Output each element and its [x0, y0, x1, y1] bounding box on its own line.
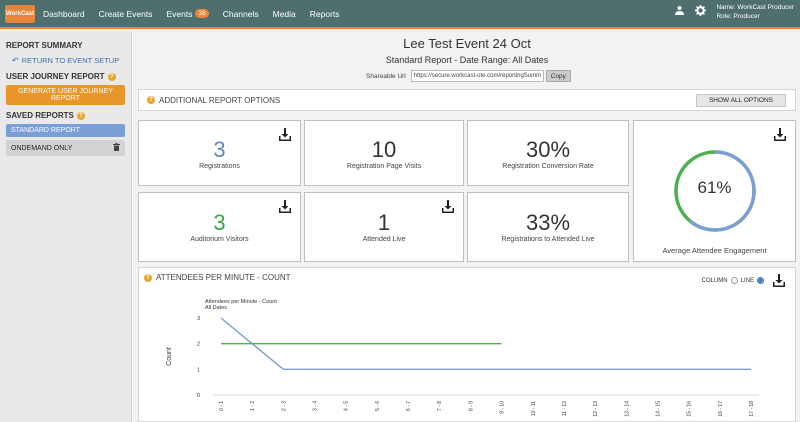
attendees-line-chart: Attendees per Minute - CountAll DatesCou…	[166, 299, 759, 417]
main-nav: Dashboard Create Events Events 38 Channe…	[43, 9, 354, 19]
engagement-label: Average Attendee Engagement	[662, 246, 767, 255]
auditorium-visitors-value: 3	[213, 210, 226, 235]
user-role: Role: Producer	[716, 13, 760, 20]
registrations-label: Registrations	[199, 163, 240, 170]
shareable-url-row: Shareable Url https://secure.workcast-ot…	[366, 70, 571, 82]
download-icon[interactable]	[279, 128, 291, 141]
help-icon[interactable]: ?	[76, 111, 85, 120]
engagement-card: 61% Average Attendee Engagement	[633, 120, 796, 262]
y-axis-label: Count	[166, 347, 173, 366]
top-right-area: Name: WorkCast Producer Role: Producer	[674, 3, 794, 21]
x-tick-label: 8 - 9	[468, 401, 474, 411]
conversion-rate-value: 30%	[525, 137, 571, 162]
shareable-url-input[interactable]: https://secure.workcast-ote.com/reportin…	[410, 70, 544, 82]
x-tick-label: 7 - 8	[437, 401, 443, 411]
help-icon[interactable]: ?	[107, 72, 116, 81]
additional-report-options-bar[interactable]: ? ADDITIONAL REPORT OPTIONS SHOW ALL OPT…	[138, 89, 796, 111]
x-tick-label: 1 - 2	[250, 401, 256, 411]
nav-channels[interactable]: Channels	[223, 9, 259, 19]
x-tick-label: 6 - 7	[406, 401, 412, 411]
x-tick-label: 3 - 4	[313, 401, 319, 411]
download-icon[interactable]	[774, 128, 786, 141]
registrations-card: 3 Registrations	[138, 120, 301, 186]
user-journey-heading: USER JOURNEY REPORT ?	[0, 72, 131, 81]
registrations-to-attended-label: Registrations to Attended Live	[501, 236, 595, 243]
registrations-to-attended-value: 33%	[525, 210, 571, 235]
generate-user-journey-button[interactable]: GENERATE USER JOURNEY REPORT	[6, 85, 125, 105]
registrations-value: 3	[213, 137, 226, 162]
saved-reports-label: SAVED REPORTS	[6, 111, 74, 120]
registrations-to-attended-card: 33% Registrations to Attended Live	[467, 192, 629, 262]
ondemand-only-report[interactable]: ONDEMAND ONLY	[6, 140, 125, 156]
nav-reports[interactable]: Reports	[310, 9, 340, 19]
nav-events[interactable]: Events 38	[166, 8, 209, 19]
page-title: Lee Test Event 24 Oct	[403, 36, 531, 51]
x-tick-label: 4 - 5	[344, 401, 350, 411]
saved-reports-heading: SAVED REPORTS ?	[0, 111, 131, 120]
attended-live-value: 1	[377, 210, 391, 235]
y-tick-label: 1	[197, 367, 200, 373]
conversion-rate-label: Registration Conversion Rate	[502, 163, 594, 170]
x-tick-label: 9 - 10	[500, 401, 506, 414]
nav-media[interactable]: Media	[273, 9, 296, 19]
return-to-event-setup-link[interactable]: ↶ RETURN TO EVENT SETUP	[0, 56, 131, 65]
user-profile-icon[interactable]	[674, 5, 685, 19]
x-tick-label: 13 - 14	[624, 401, 630, 417]
help-icon[interactable]: ?	[147, 96, 155, 104]
user-journey-label: USER JOURNEY REPORT	[6, 72, 105, 81]
x-tick-label: 14 - 15	[655, 401, 661, 417]
x-tick-label: 11 - 12	[562, 401, 568, 416]
top-navigation-bar: WorkCast Dashboard Create Events Events …	[0, 0, 800, 29]
sidebar: REPORT SUMMARY ↶ RETURN TO EVENT SETUP U…	[0, 31, 132, 422]
events-count-badge: 38	[195, 9, 209, 18]
conversion-rate-card: 30% Registration Conversion Rate	[467, 120, 629, 186]
y-tick-label: 3	[197, 316, 200, 322]
x-tick-label: 0 - 1	[219, 401, 225, 411]
nav-dashboard[interactable]: Dashboard	[43, 9, 85, 19]
arrow-left-icon: ↶	[12, 56, 19, 65]
x-tick-label: 15 - 16	[687, 401, 693, 417]
user-info: Name: WorkCast Producer Role: Producer	[716, 3, 794, 21]
x-tick-label: 12 - 13	[593, 401, 599, 417]
attendees-per-minute-panel: ? ATTENDEES PER MINUTE - COUNT COLUMN LI…	[138, 267, 796, 422]
shareable-url-label: Shareable Url	[366, 72, 406, 80]
report-subtitle: Standard Report - Date Range: All Dates	[385, 55, 549, 65]
x-tick-label: 17 - 18	[749, 401, 755, 417]
return-link-label: RETURN TO EVENT SETUP	[21, 56, 120, 65]
x-tick-label: 16 - 17	[718, 401, 724, 417]
show-all-options-button[interactable]: SHOW ALL OPTIONS	[695, 94, 786, 107]
trash-icon[interactable]	[113, 143, 120, 153]
copy-button[interactable]: Copy	[545, 70, 571, 82]
nav-events-label: Events	[166, 8, 193, 19]
standard-report-button[interactable]: STANDARD REPORT	[6, 124, 125, 137]
x-tick-label: 10 - 11	[531, 401, 537, 416]
x-tick-label: 5 - 6	[375, 401, 381, 411]
page-visits-card: 10 Registration Page Visits	[304, 120, 464, 186]
x-tick-label: 2 - 3	[281, 401, 287, 411]
report-summary-heading: REPORT SUMMARY	[6, 41, 83, 50]
download-icon[interactable]	[279, 200, 291, 213]
page-visits-label: Registration Page Visits	[346, 163, 422, 170]
page-visits-value: 10	[371, 137, 397, 162]
user-name: Name: WorkCast Producer	[716, 4, 794, 11]
nav-create-events[interactable]: Create Events	[99, 9, 153, 19]
download-icon[interactable]	[442, 200, 454, 213]
chart-subtitle: All Dates	[205, 305, 227, 311]
auditorium-visitors-label: Auditorium Visitors	[190, 236, 249, 243]
attended-live-label: Attended Live	[362, 236, 406, 243]
attended-live-card: 1 Attended Live	[304, 192, 464, 262]
ondemand-only-label: ONDEMAND ONLY	[11, 144, 73, 152]
y-tick-label: 0	[197, 393, 200, 399]
workcast-logo[interactable]: WorkCast	[5, 4, 35, 23]
engagement-value: 61%	[697, 178, 732, 197]
auditorium-visitors-card: 3 Auditorium Visitors	[138, 192, 301, 262]
gear-icon[interactable]	[695, 5, 707, 19]
y-tick-label: 2	[197, 342, 200, 348]
additional-options-label: ADDITIONAL REPORT OPTIONS	[159, 95, 281, 105]
